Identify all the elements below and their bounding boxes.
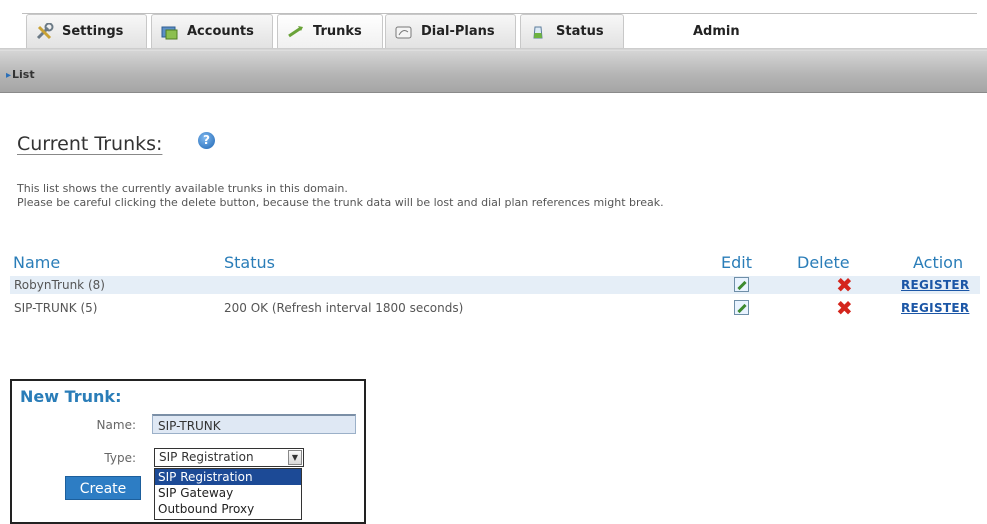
- trunk-status: 200 OK (Refresh interval 1800 seconds): [224, 301, 464, 315]
- accounts-icon: [160, 23, 180, 41]
- page-title: Current Trunks:: [17, 133, 163, 155]
- tools-icon: [35, 22, 55, 41]
- column-header-delete: Delete: [797, 253, 850, 272]
- tab-settings[interactable]: Settings: [26, 14, 147, 48]
- table-row: SIP-TRUNK (5) 200 OK (Refresh interval 1…: [10, 298, 980, 318]
- delete-icon[interactable]: ✖: [836, 298, 853, 318]
- register-link[interactable]: REGISTER: [901, 301, 969, 315]
- tab-accounts-label: Accounts: [187, 24, 254, 39]
- trunk-type-value: SIP Registration: [159, 450, 254, 464]
- chevron-down-icon[interactable]: ▼: [288, 450, 302, 465]
- tab-status-label: Status: [556, 24, 604, 39]
- sub-nav-strip: [0, 48, 987, 51]
- description-line-1: This list shows the currently available …: [17, 182, 348, 195]
- new-trunk-title: New Trunk:: [20, 387, 122, 406]
- status-icon: [529, 23, 549, 41]
- tab-status[interactable]: Status: [520, 14, 624, 48]
- new-trunk-panel: New Trunk: Name: Type: SIP Registration …: [10, 379, 366, 524]
- edit-icon[interactable]: [734, 277, 749, 292]
- column-header-action: Action: [913, 253, 964, 272]
- dialplans-icon: [394, 23, 414, 41]
- tab-dial-plans[interactable]: Dial-Plans: [385, 14, 516, 48]
- trunk-name: RobynTrunk (8): [14, 278, 105, 292]
- register-link[interactable]: REGISTER: [901, 278, 969, 292]
- tab-accounts[interactable]: Accounts: [151, 14, 273, 48]
- type-option[interactable]: SIP Gateway: [155, 485, 301, 501]
- help-icon[interactable]: ?: [198, 132, 215, 149]
- tab-trunks-label: Trunks: [313, 24, 362, 39]
- type-option[interactable]: Outbound Proxy: [155, 501, 301, 517]
- name-label: Name:: [96, 418, 136, 432]
- tab-dial-plans-label: Dial-Plans: [421, 24, 495, 39]
- sub-nav-bar: List: [0, 48, 987, 93]
- table-row: RobynTrunk (8) ✖ REGISTER: [10, 275, 980, 295]
- create-button[interactable]: Create: [65, 476, 141, 500]
- tab-admin[interactable]: Admin: [693, 14, 740, 48]
- trunks-icon: [286, 23, 306, 41]
- trunk-name: SIP-TRUNK (5): [14, 301, 98, 315]
- delete-icon[interactable]: ✖: [836, 275, 853, 295]
- top-tab-bar: Settings Accounts Trunks Dial-Plans Stat…: [0, 0, 987, 50]
- list-link[interactable]: List: [6, 68, 35, 81]
- column-header-status: Status: [224, 253, 275, 272]
- description: This list shows the currently available …: [17, 182, 664, 210]
- column-header-edit: Edit: [721, 253, 752, 272]
- type-label: Type:: [104, 451, 136, 465]
- type-option[interactable]: SIP Registration: [155, 469, 301, 485]
- trunk-name-input[interactable]: [152, 414, 356, 434]
- tab-settings-label: Settings: [62, 24, 124, 39]
- edit-icon[interactable]: [734, 300, 749, 315]
- description-line-2: Please be careful clicking the delete bu…: [17, 196, 664, 209]
- trunk-type-select[interactable]: SIP Registration ▼: [154, 448, 304, 467]
- trunk-type-dropdown: SIP Registration SIP Gateway Outbound Pr…: [154, 468, 302, 520]
- tab-trunks[interactable]: Trunks: [277, 14, 383, 48]
- column-header-name: Name: [13, 253, 61, 272]
